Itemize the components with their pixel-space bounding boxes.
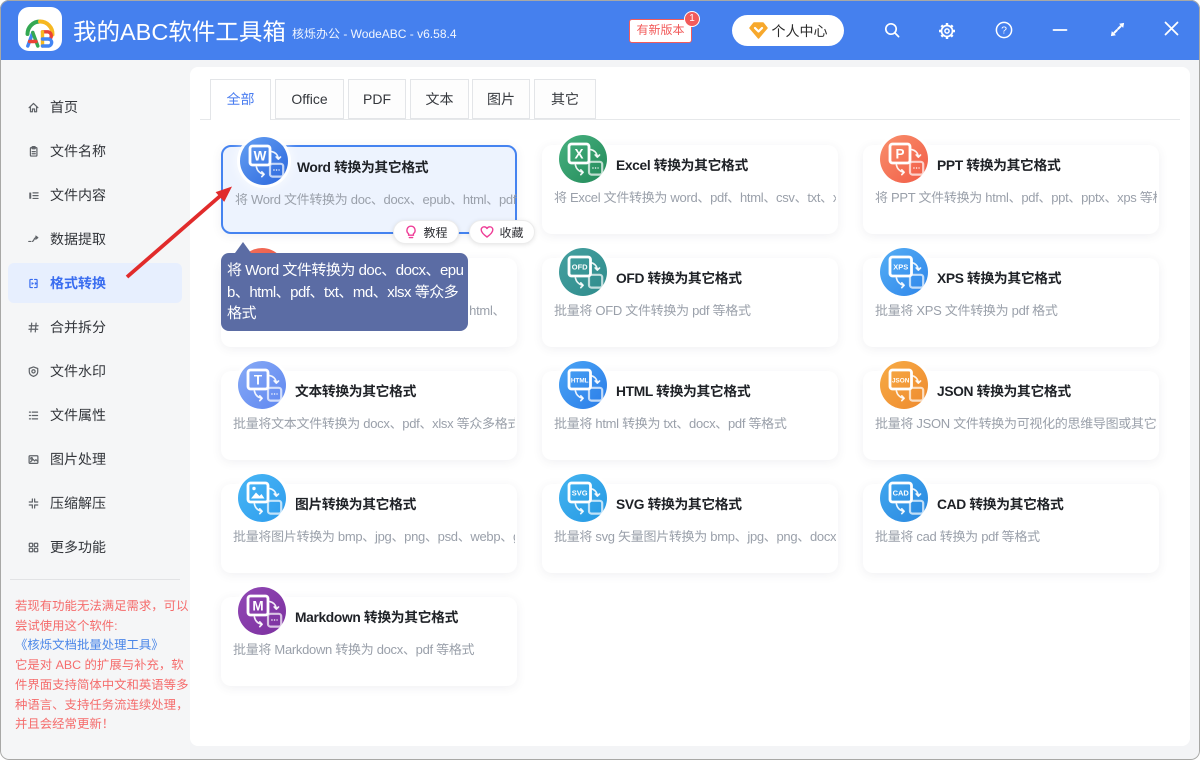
svg-text:P: P bbox=[895, 147, 904, 162]
svg-text:OFD: OFD bbox=[572, 262, 588, 271]
svg-text:T: T bbox=[254, 373, 263, 388]
svg-text:X: X bbox=[574, 147, 583, 162]
svg-text:M: M bbox=[252, 599, 263, 614]
svg-text:XPS: XPS bbox=[893, 262, 908, 271]
svg-text:HTML: HTML bbox=[571, 377, 589, 384]
svg-text:W: W bbox=[254, 149, 267, 164]
svg-text:SVG: SVG bbox=[572, 488, 588, 497]
svg-text:CAD: CAD bbox=[893, 488, 910, 497]
svg-text:?: ? bbox=[1001, 25, 1007, 37]
svg-text:JSON: JSON bbox=[892, 377, 910, 384]
